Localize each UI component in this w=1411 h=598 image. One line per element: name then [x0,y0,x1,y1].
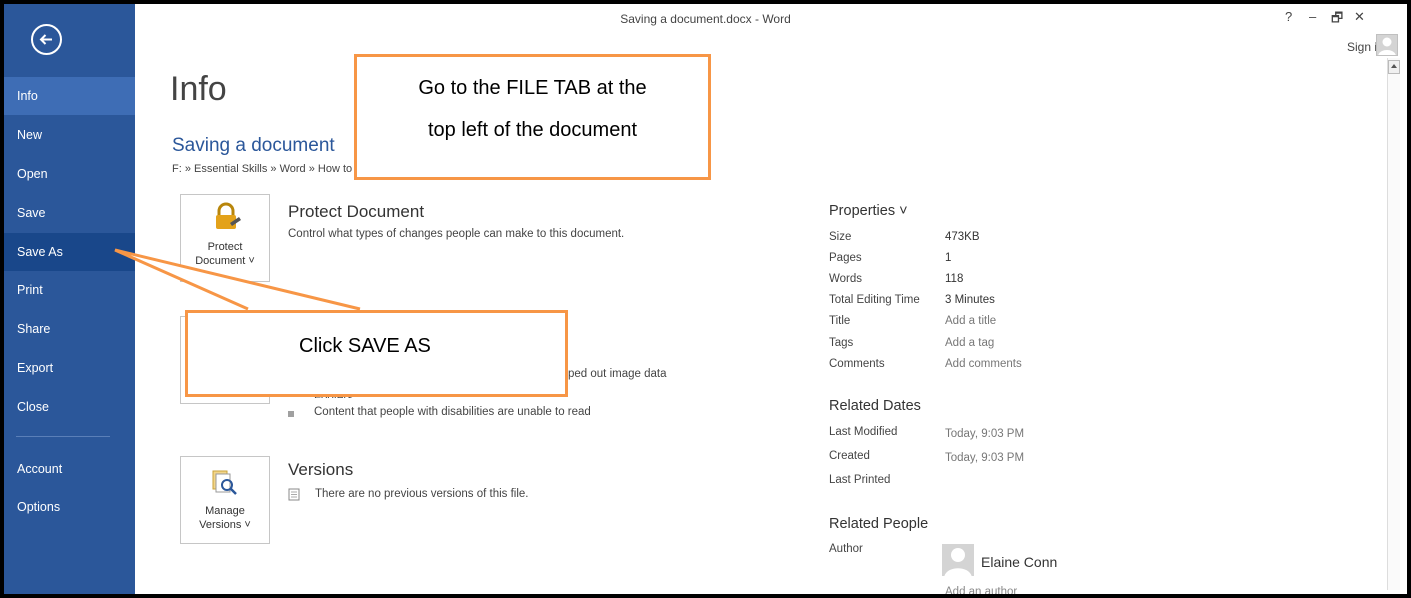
callout-file-tab-line1: Go to the FILE TAB at the [418,77,647,99]
callout-save-as: Click SAVE AS [185,310,568,397]
callout-save-as-text: Click SAVE AS [299,335,431,357]
callout-file-tab-line2: top left of the document [427,119,638,141]
backstage-window: Info New Open Save Save As Print Share E… [4,4,1407,594]
callout-file-tab: Go to the FILE TAB at the top left of th… [354,54,711,180]
